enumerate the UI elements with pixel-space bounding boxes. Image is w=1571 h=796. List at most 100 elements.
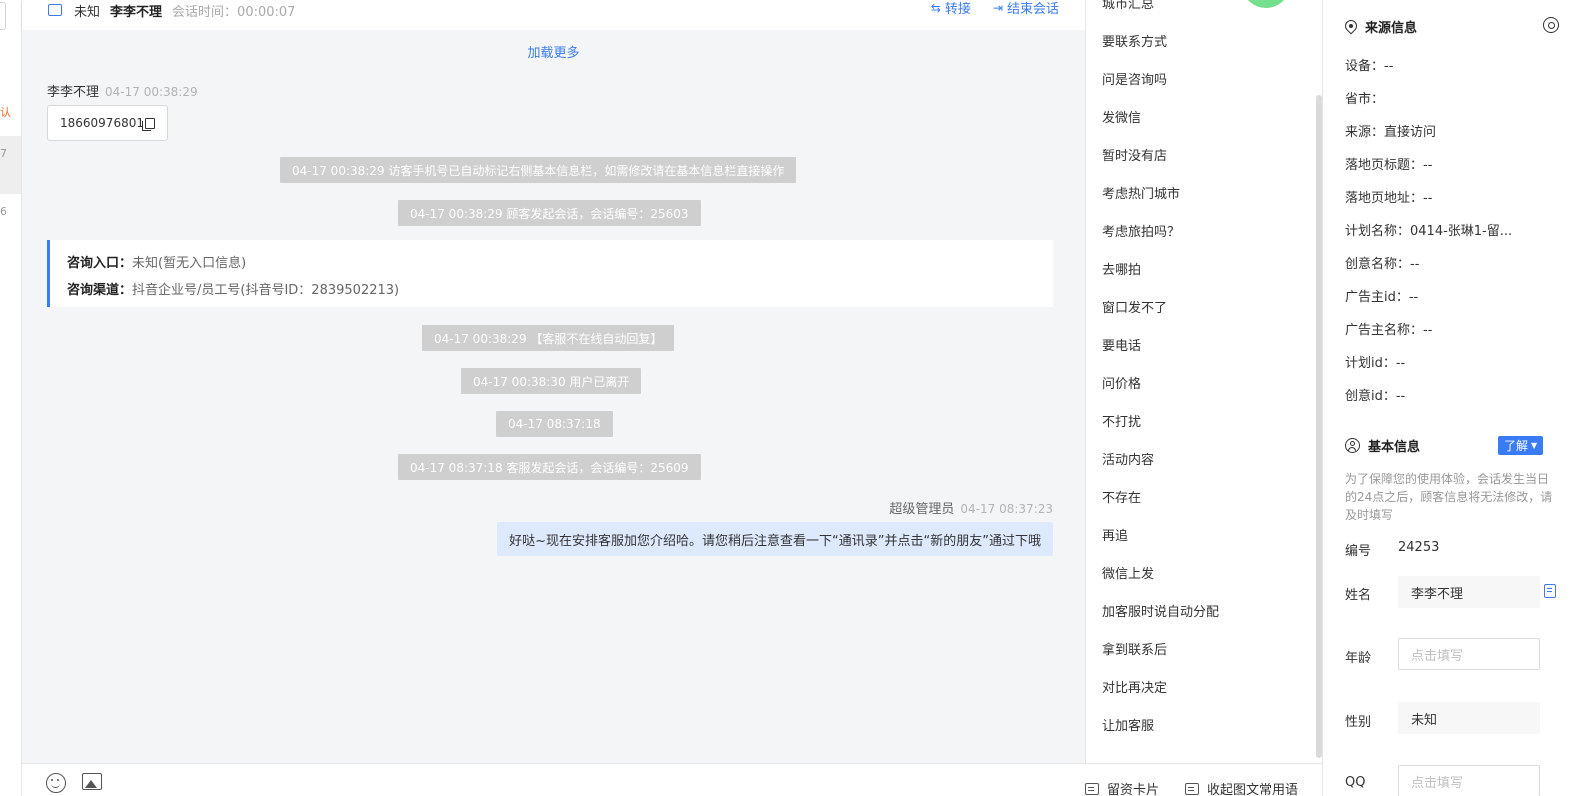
quick-reply-item[interactable]: 问是咨询吗 [1102, 69, 1167, 88]
session-time-value: 00:00:07 [237, 4, 296, 20]
header-actions: ⇆ 转接 ⇥ 结束会话 [931, 0, 1059, 19]
consult-info-card: 咨询入口：未知(暂无入口信息) 咨询渠道：抖音企业号/员工号(抖音号ID：283… [47, 240, 1053, 307]
source-info-row: 落地页标题：-- [1345, 158, 1433, 173]
edit-notice: 为了保障您的使用体验，会话发生当日的24点之后，顾客信息将无法修改，请及时填写 [1345, 472, 1553, 522]
consult-entry-value: 未知(暂无入口信息) [132, 256, 247, 271]
system-message: 04-17 00:38:29 【客服不在线自动回复】 [422, 325, 675, 351]
chat-header: 未知 李李不理 会话时间：00:00:07 ⇆ 转接 ⇥ 结束会话 [22, 0, 1085, 30]
search-box-partial[interactable] [0, 2, 6, 30]
quick-reply-panel: 城市汇总要联系方式问是咨询吗发微信暂时没有店考虑热门城市 考虑旅拍吗？ 去哪拍窗口发… [1085, 0, 1322, 763]
system-message: 04-17 00:38:29 访客手机号已自动标记右侧基本信息栏，如需修改请在基… [280, 157, 797, 183]
quick-reply-item[interactable]: 加客服时说自动分配 [1102, 601, 1219, 620]
quick-reply-item[interactable]: 要电话 [1102, 335, 1141, 354]
phrases-icon [1185, 782, 1199, 795]
quick-reply-item[interactable]: 微信上发 [1102, 563, 1154, 582]
basic-info-label: 基本信息 [1368, 440, 1421, 455]
end-session-button[interactable]: ⇥ 结束会话 [992, 0, 1059, 18]
consult-entry-label: 咨询入口： [67, 256, 133, 271]
customer-info-panel: 来源信息 设备：-- 省市： 来源：直接访问 落地页标题：-- 落地页地址：-- 计划名称… [1322, 0, 1571, 796]
source-info-title: 来源信息 [1345, 17, 1417, 36]
age-field[interactable]: 点击填写 [1398, 638, 1540, 670]
consult-entry-row: 咨询入口：未知(暂无入口信息) [67, 250, 1053, 277]
quick-reply-item[interactable]: 让加客服 [1102, 715, 1154, 734]
quick-reply-item[interactable]: 活动内容 [1102, 449, 1154, 468]
transfer-label: 转接 [944, 2, 971, 17]
quick-reply-item[interactable]: 不打扰 [1102, 411, 1141, 430]
name-field[interactable]: 李李不理 [1398, 576, 1540, 608]
quick-reply-item[interactable]: 对比再决定 [1102, 677, 1167, 696]
qq-label: QQ [1345, 775, 1366, 790]
agent-message-header: 超级管理员 04-17 08:37:23 [889, 498, 1053, 517]
source-info-row: 创意名称：-- [1345, 257, 1420, 272]
lead-card-button[interactable]: 留资卡片 [1085, 779, 1159, 796]
source-info-label: 来源信息 [1365, 21, 1418, 36]
chat-workspace: 认 7 6 未知 李李不理 会话时间：00:00:07 ⇆ 转接 ⇥ 结束会话 加载… [0, 0, 1571, 796]
source-info-row: 计划名称：0414-张琳1-留... [1345, 224, 1513, 239]
location-icon [1345, 20, 1357, 34]
quick-reply-item[interactable]: 拿到联系后 [1102, 639, 1167, 658]
monitor-icon [48, 4, 62, 16]
gender-label: 性别 [1345, 715, 1372, 730]
source-info-row: 广告主名称：-- [1345, 323, 1433, 338]
source-info-row: 省市： [1345, 92, 1385, 107]
visitor-name: 李李不理 [110, 4, 163, 20]
caret-down-icon: ▼ [1531, 441, 1538, 450]
source-info-row: 计划id：-- [1345, 356, 1406, 371]
quick-reply-item[interactable]: 问价格 [1102, 373, 1141, 392]
id-value: 24253 [1398, 540, 1440, 555]
source-info-row: 落地页地址：-- [1345, 191, 1433, 206]
gender-field[interactable]: 未知 [1398, 702, 1540, 734]
name-value: 李李不理 [1411, 586, 1464, 602]
copy-icon[interactable] [141, 117, 155, 131]
quick-reply-item[interactable]: 暂时没有店 [1102, 145, 1167, 164]
exit-icon: ⇥ [992, 0, 1003, 15]
quick-reply-item[interactable]: 发微信 [1102, 107, 1141, 126]
agent-message-bubble: 好哒~现在安排客服加您介绍哈。请您稍后注意查看一下“通讯录”并点击“新的朋友”通… [497, 522, 1053, 556]
system-message: 04-17 00:38:30 用户已离开 [461, 368, 642, 394]
age-placeholder: 点击填写 [1411, 648, 1464, 664]
end-session-label: 结束会话 [1006, 2, 1059, 17]
source-info-row: 来源：直接访问 [1345, 125, 1437, 140]
selected-conversation-partial[interactable] [0, 136, 21, 194]
phone-number: 18660976801 [60, 116, 144, 130]
image-icon[interactable] [82, 773, 102, 790]
quick-reply-item[interactable]: 考虑旅拍吗？ [1102, 221, 1180, 240]
load-more-link[interactable]: 加载更多 [22, 42, 1085, 61]
collapse-phrases-label: 收起图文常用语 [1207, 783, 1299, 796]
copy-name-icon[interactable] [1544, 584, 1556, 598]
quick-reply-item[interactable]: 再追 [1102, 525, 1128, 544]
list-item-label-partial: 认 [0, 106, 11, 119]
status-indicator [1244, 0, 1288, 8]
source-info-row: 创意id：-- [1345, 389, 1406, 404]
know-more-label: 了解 [1504, 439, 1529, 453]
sender-name: 超级管理员 [889, 502, 955, 517]
quick-reply-item[interactable]: 窗口发不了 [1102, 297, 1167, 316]
settings-icon[interactable] [1543, 17, 1559, 33]
quick-reply-item[interactable]: 考虑热门城市 [1102, 183, 1180, 202]
lead-card-label: 留资卡片 [1107, 783, 1160, 796]
list-item-time-partial: 7 [0, 147, 7, 160]
phone-message-bubble: 18660976801 [47, 105, 168, 141]
transfer-button[interactable]: ⇆ 转接 [931, 0, 971, 18]
card-icon [1085, 782, 1099, 795]
session-time: 会话时间：00:00:07 [172, 1, 295, 20]
visitor-message-header: 李李不理 04-17 00:38:29 [47, 81, 198, 100]
system-message: 04-17 08:37:18 [496, 411, 613, 437]
quick-reply-item[interactable]: 城市汇总 [1102, 0, 1154, 12]
system-message: 04-17 08:37:18 客服发起会话，会话编号：25609 [398, 454, 701, 480]
know-more-button[interactable]: 了解 ▼ [1498, 436, 1544, 455]
quick-reply-item[interactable]: 不存在 [1102, 487, 1141, 506]
qq-field[interactable]: 点击填写 [1398, 765, 1540, 796]
quick-reply-item[interactable]: 要联系方式 [1102, 31, 1167, 50]
id-label: 编号 [1345, 544, 1372, 559]
message-timestamp: 04-17 08:37:23 [960, 502, 1053, 516]
basic-info-title: 基本信息 [1345, 436, 1420, 455]
emoji-icon[interactable] [46, 773, 66, 793]
consult-channel-value: 抖音企业号/员工号(抖音号ID：2839502213) [132, 283, 400, 298]
gender-value: 未知 [1411, 712, 1438, 728]
consult-channel-row: 咨询渠道：抖音企业号/员工号(抖音号ID：2839502213) [67, 277, 1053, 304]
message-timestamp: 04-17 00:38:29 [105, 85, 198, 99]
collapse-phrases-button[interactable]: 收起图文常用语 [1185, 779, 1298, 796]
system-message: 04-17 00:38:29 顾客发起会话，会话编号：25603 [398, 200, 701, 226]
quick-reply-item[interactable]: 去哪拍 [1102, 259, 1141, 278]
